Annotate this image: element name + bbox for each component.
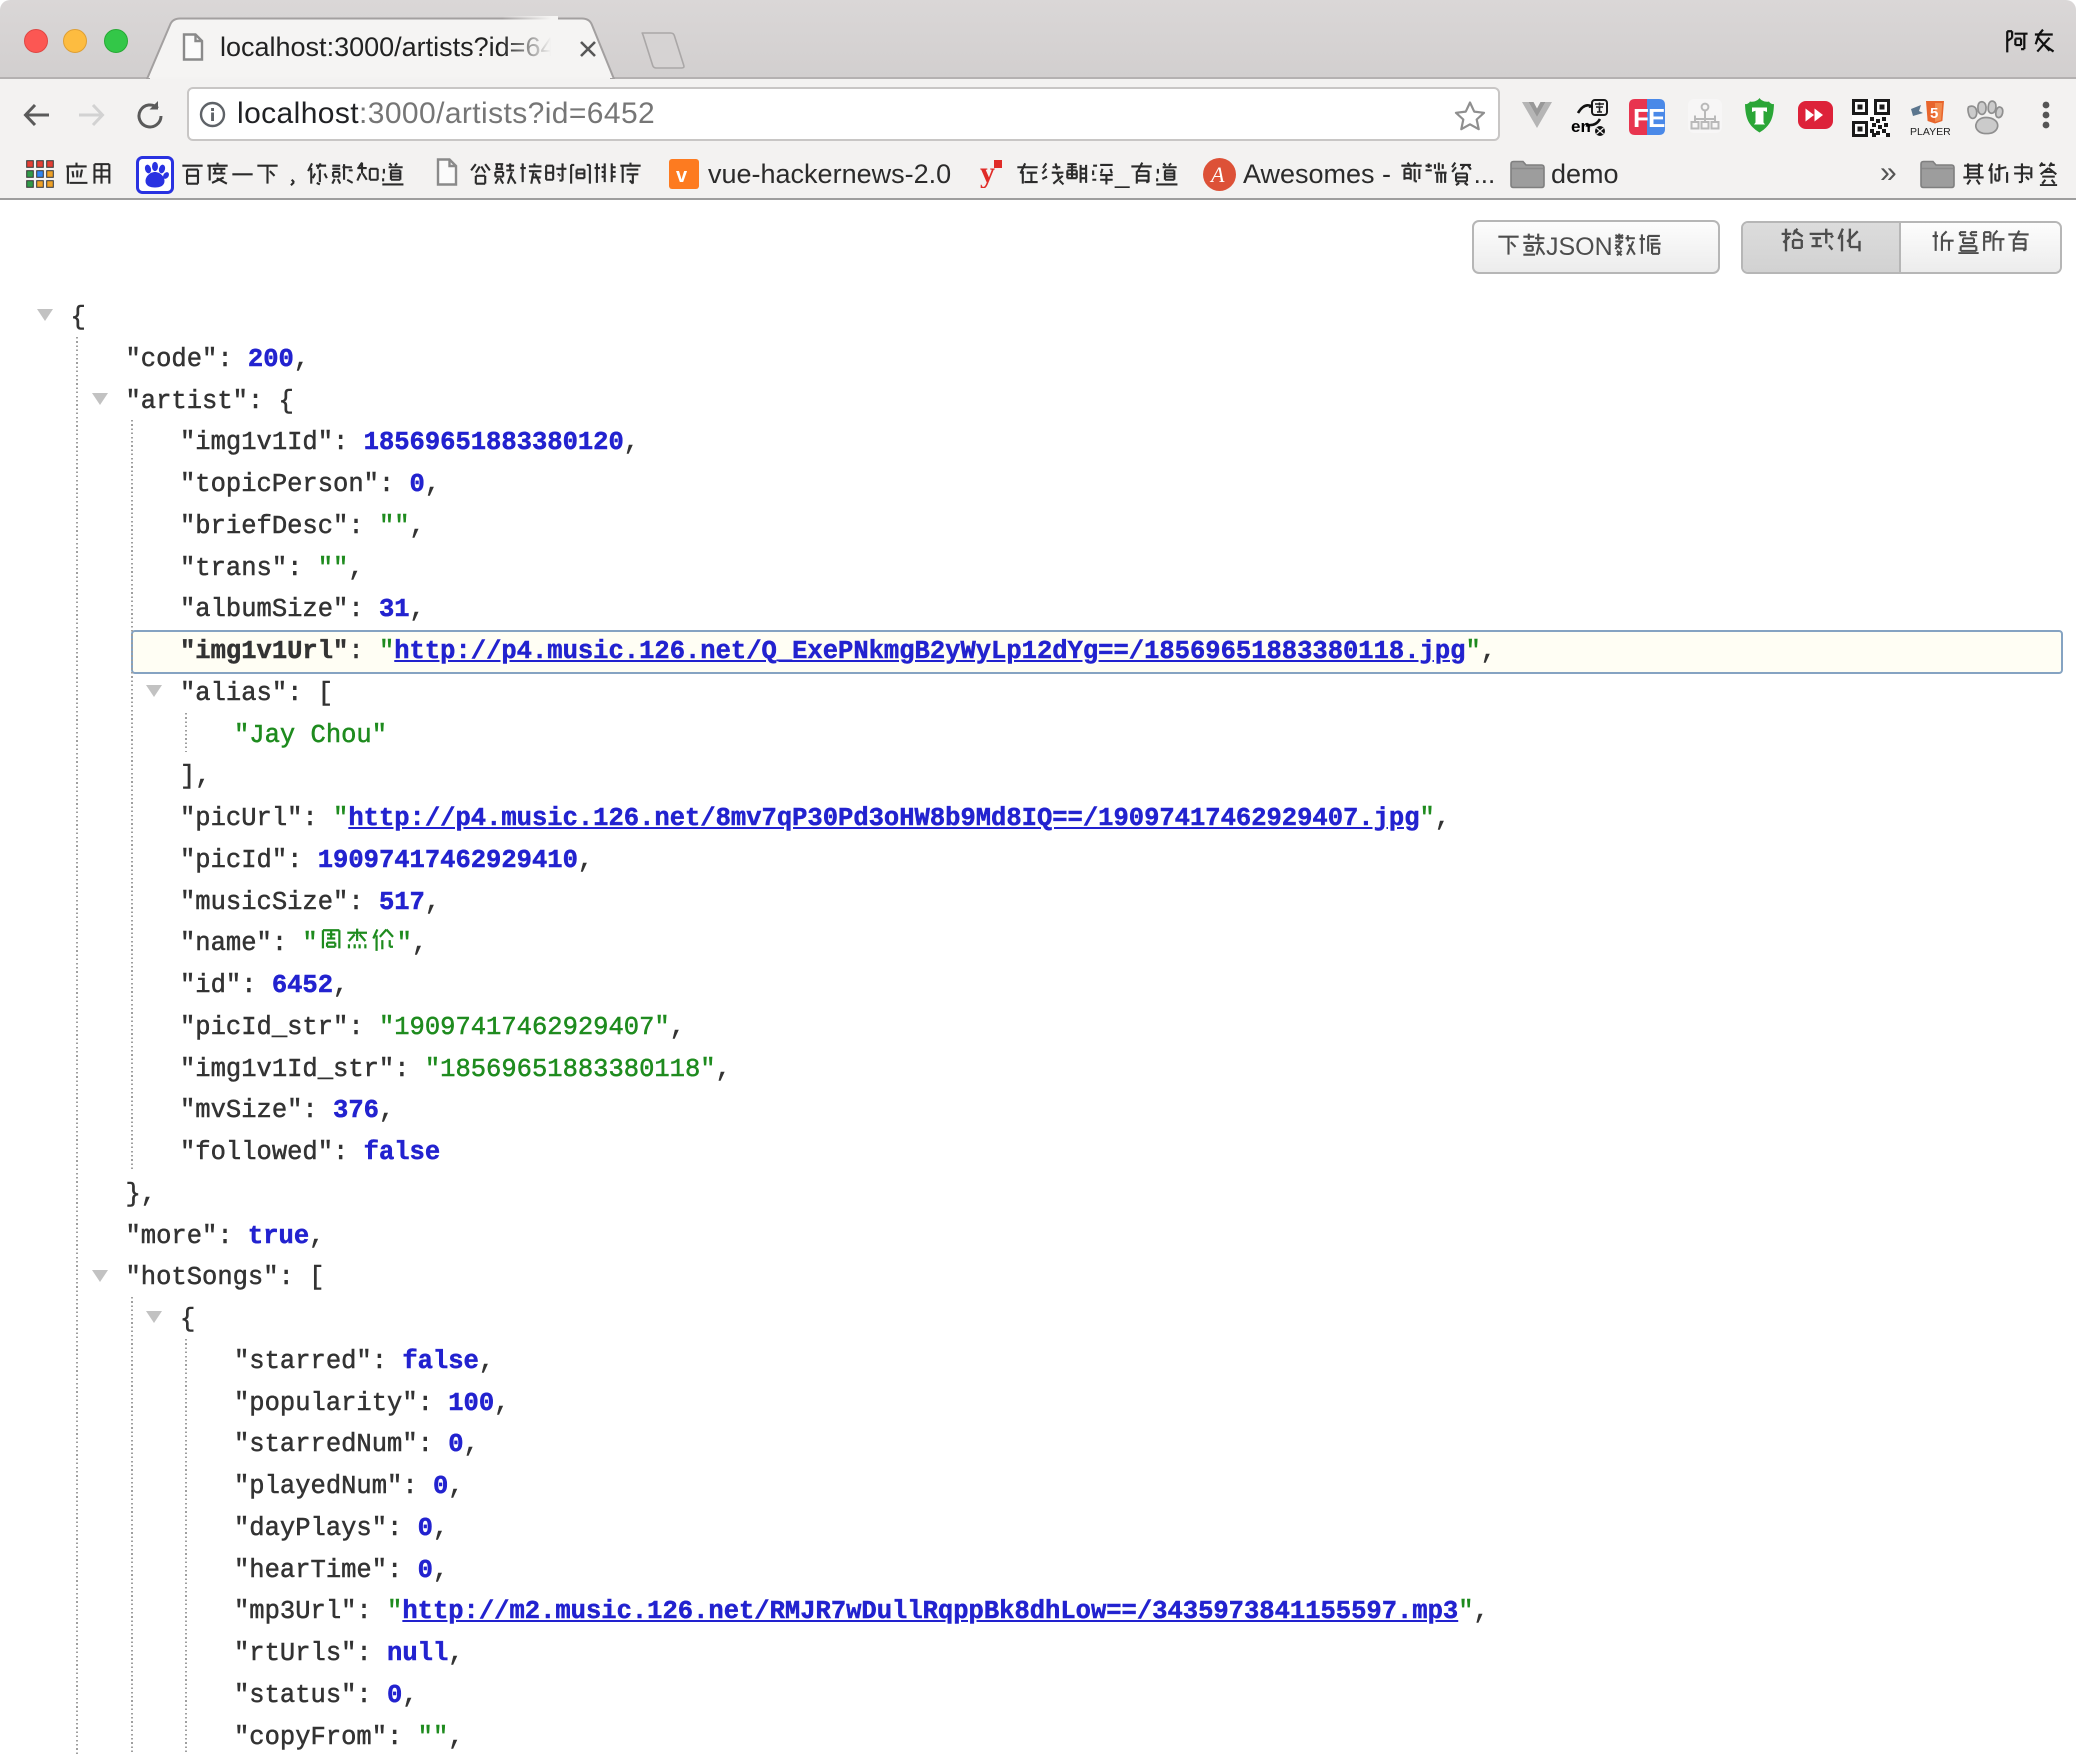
svg-text:E: E [1648, 103, 1665, 133]
svg-text:5: 5 [1930, 105, 1938, 122]
svg-text:v: v [676, 165, 688, 187]
svg-text:en: en [1571, 117, 1591, 136]
svg-text:y: y [980, 158, 995, 188]
svg-text:PLAYER: PLAYER [1910, 126, 1950, 138]
svg-text:A: A [1209, 162, 1225, 187]
svg-text:F: F [1633, 103, 1649, 133]
